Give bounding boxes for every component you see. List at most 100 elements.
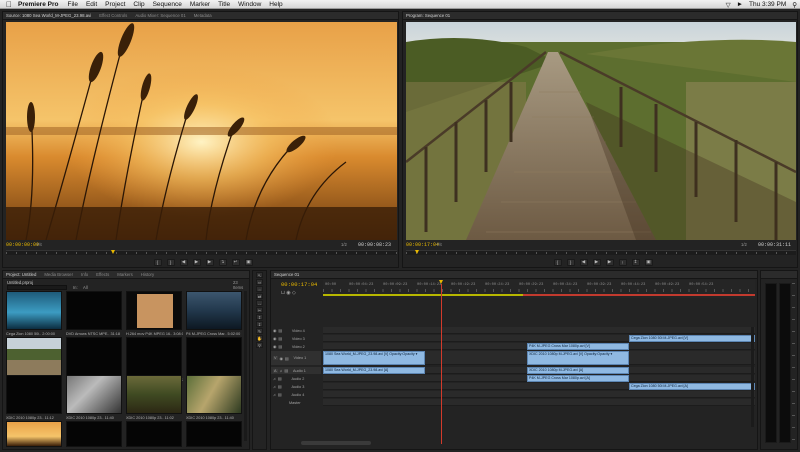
menu-sequence[interactable]: Sequence bbox=[153, 1, 182, 8]
project-scrollbar[interactable] bbox=[244, 291, 247, 441]
step-forward-icon[interactable]: ▶ bbox=[205, 258, 214, 266]
export-frame-icon[interactable]: ▣ bbox=[244, 258, 253, 266]
project-thumbnail[interactable] bbox=[186, 421, 242, 447]
track-lane-master[interactable] bbox=[323, 399, 755, 406]
lock-icon[interactable]: ▤ bbox=[278, 392, 282, 397]
tab-audio-mixer[interactable]: Audio Mixer: Sequence 01 bbox=[135, 13, 185, 18]
menu-app-name[interactable]: Premiere Pro bbox=[18, 1, 58, 8]
project-thumbnail[interactable] bbox=[66, 375, 122, 414]
eye-icon[interactable]: ◉ bbox=[273, 344, 276, 349]
program-resolution-dropdown[interactable]: 1/2 bbox=[741, 242, 747, 247]
menu-title[interactable]: Title bbox=[218, 1, 230, 8]
timeline-vertical-scrollbar[interactable] bbox=[751, 327, 754, 427]
program-time-ruler[interactable] bbox=[406, 250, 796, 255]
tab-project[interactable]: Project: Untitled bbox=[6, 272, 36, 277]
source-patch-a1[interactable]: A bbox=[273, 368, 278, 373]
speaker-icon[interactable]: ♫ bbox=[273, 393, 276, 397]
insert-icon[interactable]: ↴ bbox=[218, 258, 227, 266]
track-header-audio-1[interactable]: A ♫ ▤ Audio 1 bbox=[271, 367, 321, 374]
step-back-icon[interactable]: ◀ bbox=[179, 258, 188, 266]
project-thumbnail[interactable] bbox=[126, 375, 182, 414]
track-lane-video-4[interactable] bbox=[323, 327, 755, 334]
speaker-icon[interactable]: ♫ bbox=[273, 385, 276, 389]
eye-icon[interactable]: ◉ bbox=[280, 356, 283, 361]
project-thumbnail[interactable] bbox=[66, 337, 122, 376]
track-header-video-3[interactable]: ◉ ▤ Video 3 bbox=[271, 335, 321, 342]
timeline-zoom-scrollbar[interactable] bbox=[301, 441, 371, 445]
tab-metadata[interactable]: Metadata bbox=[194, 13, 212, 18]
step-back-icon[interactable]: ◀ bbox=[579, 258, 588, 266]
lock-icon[interactable]: ▤ bbox=[278, 328, 282, 333]
tab-history[interactable]: History bbox=[141, 272, 154, 277]
project-thumbnail[interactable] bbox=[126, 421, 182, 447]
tab-media-browser[interactable]: Media Browser bbox=[44, 272, 73, 277]
tab-info[interactable]: Info bbox=[81, 272, 88, 277]
lock-icon[interactable]: ▤ bbox=[285, 356, 289, 361]
clock[interactable]: Thu 3:39 PM bbox=[749, 1, 786, 8]
source-fit-dropdown[interactable]: Fit bbox=[37, 242, 42, 247]
lift-icon[interactable]: ↑ bbox=[618, 258, 627, 266]
zoom-tool-icon[interactable]: ⚲ bbox=[256, 342, 263, 348]
pen-tool-icon[interactable]: ✎ bbox=[256, 328, 263, 334]
timeline-clip[interactable]: P4K M-JPEG Cross Mar 1080p.avi [A] bbox=[527, 375, 629, 382]
track-header-master[interactable]: Master bbox=[271, 399, 321, 406]
timeline-clip[interactable]: Cega Zion 1080 50i M-JPEG.avi [A] bbox=[629, 383, 755, 390]
eye-icon[interactable]: ◉ bbox=[273, 336, 276, 341]
slide-tool-icon[interactable]: ↧ bbox=[256, 321, 263, 327]
tab-effect-controls[interactable]: Effect Controls bbox=[99, 13, 127, 18]
timeline-clip[interactable]: P4K M-JPEG Cross Mar 1080p.avi [V] bbox=[527, 343, 629, 350]
track-header-video-1[interactable]: V ◉ ▤ Video 1 bbox=[271, 351, 321, 365]
source-patch-v1[interactable]: V bbox=[273, 356, 278, 360]
program-fit-dropdown[interactable]: Fit bbox=[437, 242, 442, 247]
menu-edit[interactable]: Edit bbox=[86, 1, 97, 8]
menu-clip[interactable]: Clip bbox=[133, 1, 144, 8]
track-select-tool-icon[interactable]: ⇨ bbox=[256, 279, 263, 285]
timeline-clip[interactable]: XDIC 2010 1080p M-JPEG.avi [A] bbox=[527, 367, 629, 374]
lock-icon[interactable]: ▤ bbox=[278, 336, 282, 341]
project-thumbnail[interactable] bbox=[6, 421, 62, 447]
tab-markers[interactable]: Markers bbox=[117, 272, 133, 277]
track-header-video-2[interactable]: ◉ ▤ Video 2 bbox=[271, 343, 321, 350]
timeline-clip[interactable]: 1080 Sea World_M-JPEG_23.98.avi [A] bbox=[323, 367, 425, 374]
tab-program[interactable]: Program: Sequence 01 bbox=[406, 13, 450, 18]
track-lane-video-1[interactable]: 1080 Sea World_M-JPEG_23.98.avi [V] Opac… bbox=[323, 351, 755, 365]
tab-effects[interactable]: Effects bbox=[96, 272, 109, 277]
project-thumbnail[interactable] bbox=[6, 337, 62, 376]
track-header-audio-4[interactable]: ♫ ▤ Audio 4 bbox=[271, 391, 321, 398]
menu-file[interactable]: File bbox=[67, 1, 77, 8]
lock-icon[interactable]: ▤ bbox=[278, 344, 282, 349]
track-lane-audio-2[interactable]: P4K M-JPEG Cross Mar 1080p.avi [A] bbox=[323, 375, 755, 382]
volume-icon[interactable]: ► bbox=[737, 1, 743, 8]
overwrite-icon[interactable]: ↵ bbox=[231, 258, 240, 266]
project-thumbnail[interactable] bbox=[186, 375, 242, 414]
slip-tool-icon[interactable]: ↥ bbox=[256, 314, 263, 320]
lock-icon[interactable]: ▤ bbox=[278, 384, 282, 389]
razor-tool-icon[interactable]: ✂ bbox=[256, 307, 263, 313]
snap-icon[interactable]: ⊔ ◉ ◇ bbox=[281, 290, 296, 296]
project-thumbnail[interactable] bbox=[126, 291, 182, 330]
project-thumbnail[interactable] bbox=[6, 375, 62, 414]
program-current-timecode[interactable]: 00:00:17:04 bbox=[406, 242, 439, 248]
timeline-playhead-line[interactable] bbox=[441, 284, 442, 444]
timeline-clip[interactable]: XDIC 2010 1080p M-JPEG.avi [V] Opacity:O… bbox=[527, 351, 629, 365]
hand-tool-icon[interactable]: ✋ bbox=[256, 335, 263, 341]
mark-out-icon[interactable]: } bbox=[566, 258, 575, 266]
source-time-ruler[interactable] bbox=[6, 250, 397, 255]
work-area-bar-unrendered[interactable] bbox=[523, 294, 755, 296]
rolling-edit-tool-icon[interactable]: ⇄ bbox=[256, 293, 263, 299]
work-area-bar-rendered[interactable] bbox=[323, 294, 523, 296]
eye-icon[interactable]: ◉ bbox=[273, 328, 276, 333]
ripple-edit-tool-icon[interactable]: ⇔ bbox=[256, 286, 263, 292]
track-lane-video-3[interactable]: Cega Zion 1080 50i M-JPEG.avi [V] bbox=[323, 335, 755, 342]
menu-help[interactable]: Help bbox=[269, 1, 282, 8]
play-icon[interactable]: ▶ bbox=[192, 258, 201, 266]
program-video-frame[interactable] bbox=[406, 22, 796, 240]
timeline-clip[interactable]: 1080 Sea World_M-JPEG_23.98.avi [V] Opac… bbox=[323, 351, 425, 365]
track-lane-audio-3[interactable]: Cega Zion 1080 50i M-JPEG.avi [A] bbox=[323, 383, 755, 390]
rate-stretch-tool-icon[interactable]: ↔ bbox=[256, 300, 263, 306]
source-current-timecode[interactable]: 00:00:00:00 bbox=[6, 242, 39, 248]
timeline-clip[interactable]: Cega Zion 1080 50i M-JPEG.avi [V] bbox=[629, 335, 755, 342]
timeline-current-timecode[interactable]: 00:00:17:04 bbox=[281, 281, 317, 288]
source-video-frame[interactable] bbox=[6, 22, 397, 240]
track-lane-audio-1[interactable]: 1080 Sea World_M-JPEG_23.98.avi [A] XDIC… bbox=[323, 367, 755, 374]
